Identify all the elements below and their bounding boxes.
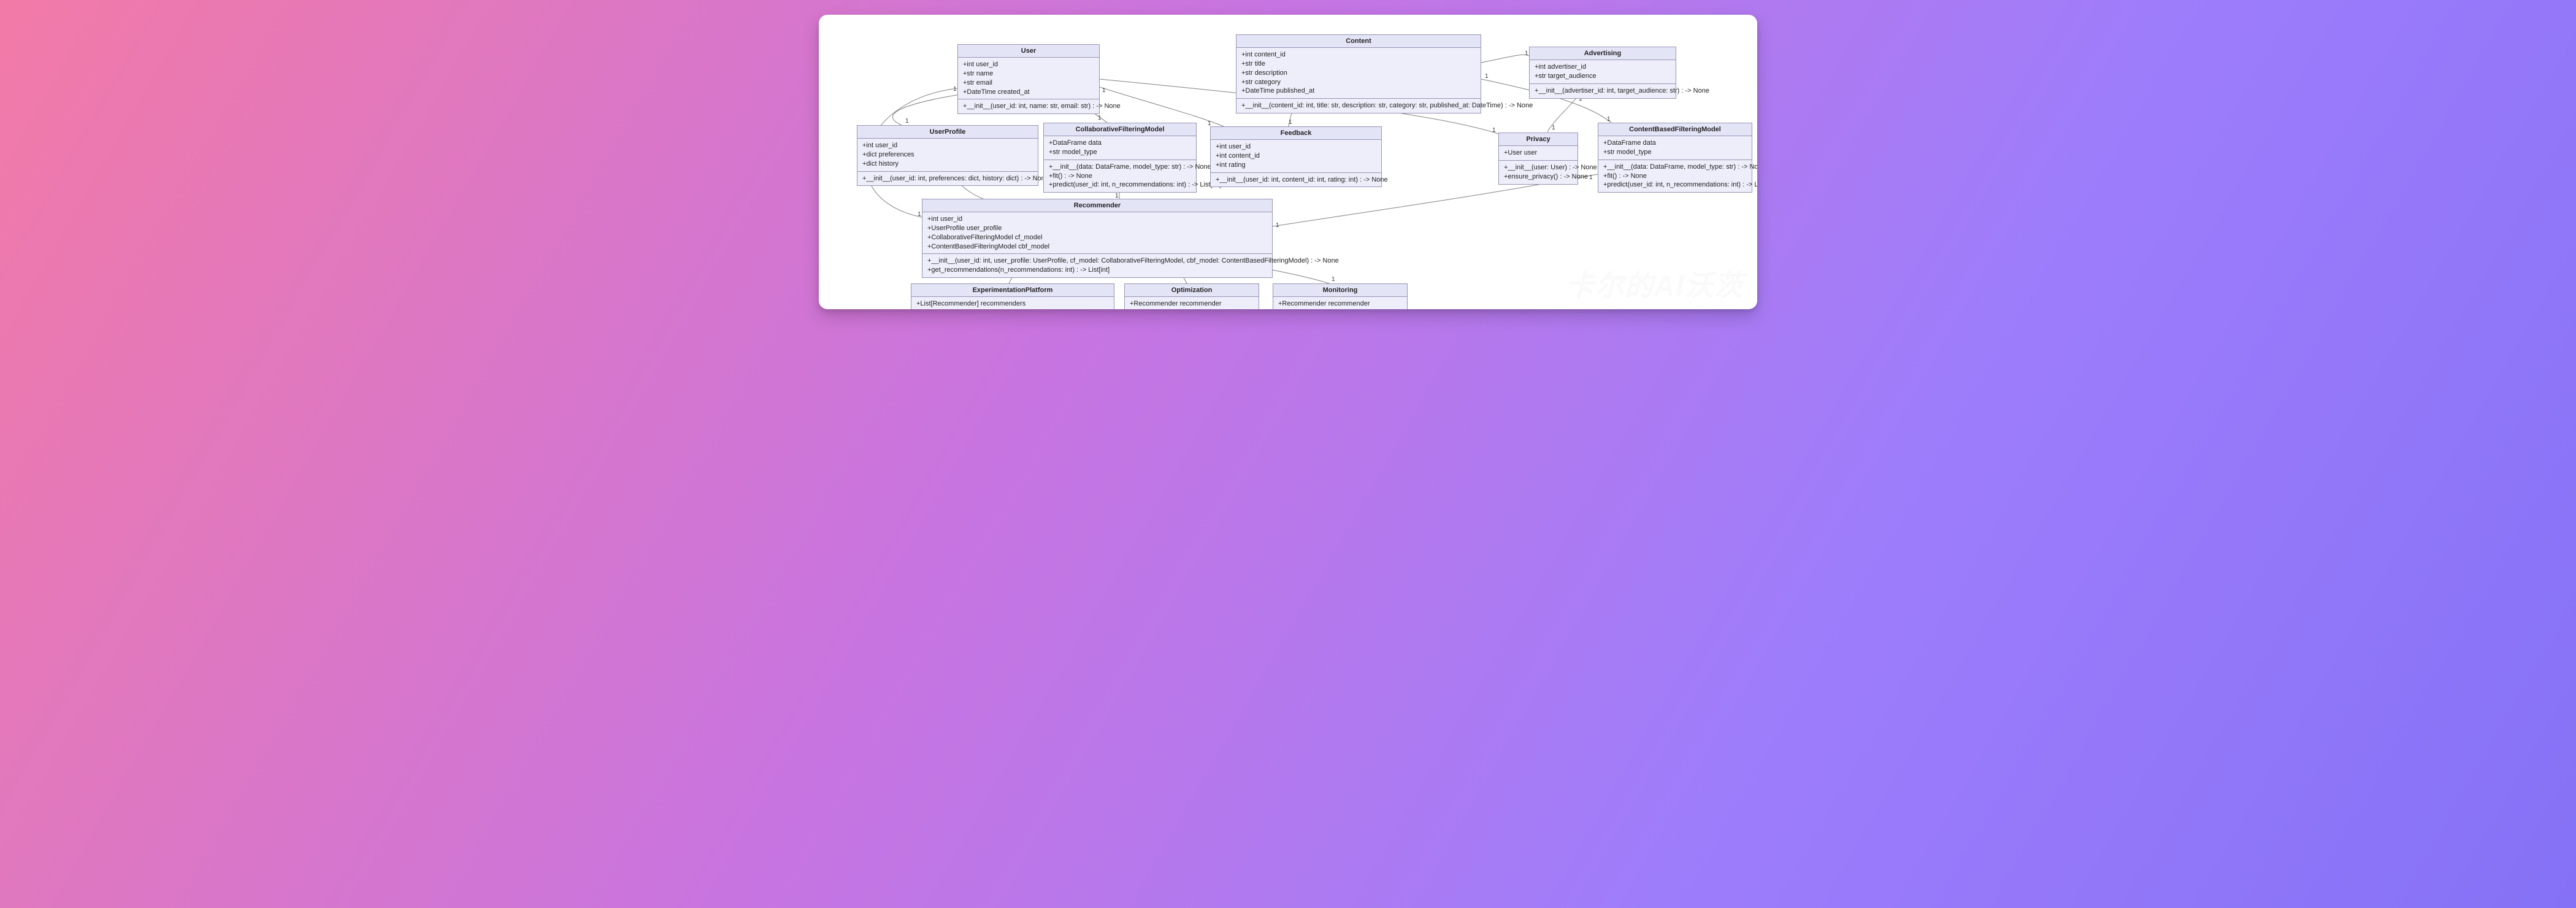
mult: 1 bbox=[1606, 116, 1611, 123]
class-methods: +__init__(data: DataFrame, model_type: s… bbox=[1044, 160, 1196, 193]
edge-content-advertising bbox=[1481, 55, 1529, 63]
class-methods: +__init__(user_id: int, preferences: dic… bbox=[857, 172, 1038, 186]
class-title: ExperimentationPlatform bbox=[911, 284, 1114, 297]
class-title: CollaborativeFilteringModel bbox=[1044, 123, 1196, 136]
class-attrs: +Recommender recommender bbox=[1273, 297, 1407, 309]
class-content: Content +int content_id +str title +str … bbox=[1236, 34, 1481, 113]
diagram-canvas: 1 1 1 1 1 1 1 1 1 1 1 1 1 1 1 1 1 1 1 1 … bbox=[819, 15, 1757, 309]
class-title: Privacy bbox=[1499, 133, 1577, 146]
class-user: User +int user_id +str name +str email +… bbox=[957, 44, 1100, 114]
class-contentbasedfilteringmodel: ContentBasedFilteringModel +DataFrame da… bbox=[1598, 123, 1752, 193]
mult: 1 bbox=[1492, 127, 1497, 134]
class-title: Advertising bbox=[1530, 47, 1676, 60]
class-attrs: +int user_id +UserProfile user_profile +… bbox=[922, 212, 1272, 254]
class-feedback: Feedback +int user_id +int content_id +i… bbox=[1210, 126, 1382, 187]
class-methods: +__init__(user: User) : -> None +ensure_… bbox=[1499, 161, 1577, 184]
watermark-text: 卡尔的AI沃茨 bbox=[1566, 263, 1744, 303]
class-attrs: +int user_id +dict preferences +dict his… bbox=[857, 139, 1038, 172]
edge-user-userprofile bbox=[892, 94, 960, 125]
mult: 1 bbox=[1331, 276, 1336, 283]
class-attrs: +int content_id +str title +str descript… bbox=[1236, 48, 1481, 99]
class-title: Optimization bbox=[1125, 284, 1259, 297]
class-title: Content bbox=[1236, 35, 1481, 48]
class-title: Recommender bbox=[922, 199, 1272, 212]
mult: 1 bbox=[1551, 125, 1556, 131]
class-title: User bbox=[958, 45, 1099, 58]
class-monitoring: Monitoring +Recommender recommender +__i… bbox=[1273, 283, 1408, 309]
class-recommender: Recommender +int user_id +UserProfile us… bbox=[922, 199, 1273, 278]
class-title: ContentBasedFilteringModel bbox=[1598, 123, 1752, 136]
class-attrs: +List[Recommender] recommenders bbox=[911, 297, 1114, 309]
class-attrs: +int user_id +str name +str email +DateT… bbox=[958, 58, 1099, 99]
class-title: Feedback bbox=[1211, 127, 1381, 140]
class-methods: +__init__(content_id: int, title: str, d… bbox=[1236, 99, 1481, 113]
class-attrs: +int advertiser_id +str target_audience bbox=[1530, 60, 1676, 84]
class-optimization: Optimization +Recommender recommender +_… bbox=[1124, 283, 1259, 309]
mult: 1 bbox=[1275, 222, 1280, 229]
mult: 1 bbox=[1288, 119, 1293, 126]
class-title: Monitoring bbox=[1273, 284, 1407, 297]
class-methods: +__init__(data: DataFrame, model_type: s… bbox=[1598, 160, 1752, 193]
class-advertising: Advertising +int advertiser_id +str targ… bbox=[1529, 47, 1676, 99]
mult: 1 bbox=[1484, 73, 1489, 80]
class-attrs: +Recommender recommender bbox=[1125, 297, 1259, 309]
class-methods: +__init__(user_id: int, name: str, email… bbox=[958, 99, 1099, 113]
class-collaborativefilteringmodel: CollaborativeFilteringModel +DataFrame d… bbox=[1043, 123, 1197, 193]
mult: 1 bbox=[1524, 50, 1529, 57]
class-methods: +__init__(user_id: int, user_profile: Us… bbox=[922, 254, 1272, 277]
mult: 1 bbox=[1097, 115, 1102, 121]
class-attrs: +DataFrame data +str model_type bbox=[1044, 136, 1196, 160]
class-attrs: +User user bbox=[1499, 146, 1577, 161]
mult: 1 bbox=[917, 211, 922, 218]
class-methods: +__init__(advertiser_id: int, target_aud… bbox=[1530, 84, 1676, 98]
class-userprofile: UserProfile +int user_id +dict preferenc… bbox=[857, 125, 1038, 186]
class-title: UserProfile bbox=[857, 126, 1038, 139]
class-methods: +__init__(user_id: int, content_id: int,… bbox=[1211, 173, 1381, 187]
class-experimentationplatform: ExperimentationPlatform +List[Recommende… bbox=[911, 283, 1114, 309]
class-attrs: +int user_id +int content_id +int rating bbox=[1211, 140, 1381, 173]
mult: 1 bbox=[1589, 174, 1593, 181]
mult: 1 bbox=[905, 118, 910, 125]
class-privacy: Privacy +User user +__init__(user: User)… bbox=[1498, 133, 1578, 185]
class-attrs: +DataFrame data +str model_type bbox=[1598, 136, 1752, 160]
mult: 1 bbox=[1102, 87, 1106, 94]
mult: 1 bbox=[953, 86, 957, 93]
